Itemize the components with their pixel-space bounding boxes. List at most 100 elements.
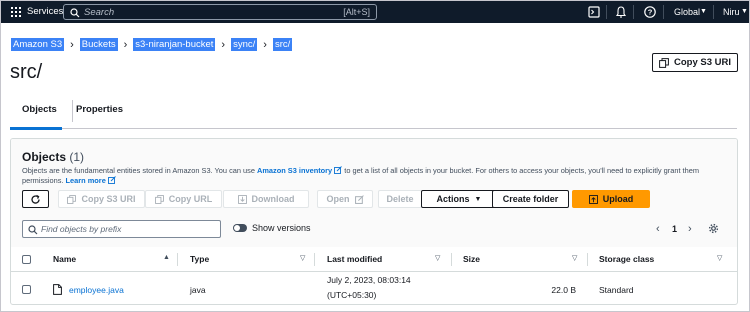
open-label: Open xyxy=(326,194,350,204)
select-all-checkbox[interactable] xyxy=(22,255,31,264)
external-link-icon xyxy=(334,166,343,174)
search-input[interactable]: Search [Alt+S] xyxy=(63,4,377,20)
upload-label: Upload xyxy=(602,194,634,204)
copy-icon xyxy=(659,57,669,68)
column-storage-class[interactable]: Storage class xyxy=(599,254,654,264)
objects-heading: Objects (1) xyxy=(22,150,84,164)
column-name[interactable]: Name xyxy=(53,254,76,264)
delete-label: Delete xyxy=(386,194,414,204)
sort-icon[interactable]: ▽ xyxy=(717,254,722,262)
gear-icon[interactable] xyxy=(708,223,719,234)
caret-down-icon: ▼ xyxy=(474,195,482,203)
s3-console-window: Services Search [Alt+S] ? Global ▼ Niru xyxy=(0,0,750,312)
copy-s3-uri-button[interactable]: Copy S3 URI xyxy=(652,53,738,72)
chevron-right-icon: › xyxy=(221,38,226,51)
help-icon[interactable]: ? xyxy=(643,5,657,19)
notifications-bell-icon[interactable] xyxy=(614,5,628,19)
refresh-button[interactable] xyxy=(22,190,49,208)
create-folder-label: Create folder xyxy=(502,194,559,204)
copy-icon xyxy=(154,194,164,204)
tab-objects[interactable]: Objects xyxy=(22,104,57,115)
chevron-right-icon: › xyxy=(70,38,74,51)
services-menu[interactable]: Services xyxy=(27,6,63,17)
objects-table-header: Name ▲ Type ▽ Last modified ▽ Size ▽ Sto… xyxy=(11,247,737,272)
show-versions-label: Show versions xyxy=(252,223,311,233)
breadcrumb-sync-folder[interactable]: sync/ xyxy=(231,38,258,51)
chevron-down-icon[interactable]: ▼ xyxy=(700,8,707,15)
objects-panel-header: Objects (1) Objects are the fundamental … xyxy=(11,139,737,247)
object-last-modified-date: July 2, 2023, 08:03:14 xyxy=(327,275,411,285)
objects-panel: Objects (1) Objects are the fundamental … xyxy=(10,138,738,305)
download-icon xyxy=(237,194,247,204)
row-checkbox[interactable] xyxy=(22,285,31,294)
breadcrumb-bucket[interactable]: s3-niranjan-bucket xyxy=(133,38,216,51)
user-menu[interactable]: Niru xyxy=(723,7,740,17)
svg-text:?: ? xyxy=(648,8,653,17)
objects-title: Objects xyxy=(22,150,67,164)
upload-button[interactable]: Upload xyxy=(572,190,650,208)
learn-more-link[interactable]: Learn more xyxy=(66,176,106,185)
object-storage-class: Standard xyxy=(599,285,634,295)
copy-s3-uri-object-button[interactable]: Copy S3 URI xyxy=(58,190,145,208)
objects-count: (1) xyxy=(69,150,85,164)
breadcrumb-buckets[interactable]: Buckets xyxy=(79,38,118,51)
download-button[interactable]: Download xyxy=(223,190,309,208)
description-text: Objects are the fundamental entities sto… xyxy=(22,166,258,175)
find-objects-input[interactable]: Find objects by prefix xyxy=(22,220,221,238)
column-last-modified[interactable]: Last modified xyxy=(327,254,382,264)
sort-ascending-icon[interactable]: ▲ xyxy=(163,254,170,261)
show-versions-toggle[interactable] xyxy=(233,224,247,232)
top-navigation-bar: Services Search [Alt+S] ? Global ▼ Niru xyxy=(1,1,749,23)
nav-divider xyxy=(713,5,714,19)
copy-s3-uri-object-label: Copy S3 URI xyxy=(81,194,136,204)
search-icon xyxy=(28,225,38,235)
column-divider xyxy=(314,253,315,266)
tab-properties[interactable]: Properties xyxy=(76,104,123,115)
page-title: src/ xyxy=(10,61,43,83)
sort-icon[interactable]: ▽ xyxy=(435,254,440,262)
objects-description: Objects are the fundamental entities sto… xyxy=(22,166,732,186)
object-name-link[interactable]: employee.java xyxy=(69,285,124,295)
cloudshell-icon[interactable] xyxy=(587,5,601,19)
search-icon xyxy=(70,8,80,18)
column-size[interactable]: Size xyxy=(463,254,480,264)
breadcrumb-src-folder: src/ xyxy=(272,38,293,51)
active-tab-indicator xyxy=(10,127,62,130)
refresh-icon xyxy=(31,194,40,204)
sort-icon[interactable]: ▽ xyxy=(300,254,305,262)
tab-divider xyxy=(72,100,73,122)
file-icon xyxy=(53,284,62,295)
object-last-modified-timezone: (UTC+05:30) xyxy=(327,290,377,300)
chevron-left-icon[interactable]: ‹ xyxy=(656,223,660,235)
column-divider xyxy=(451,253,452,266)
copy-url-button[interactable]: Copy URL xyxy=(145,190,222,208)
copy-icon xyxy=(67,194,77,204)
create-folder-button[interactable]: Create folder xyxy=(492,190,569,208)
object-type: java xyxy=(190,285,206,295)
nav-divider xyxy=(633,5,634,19)
open-button[interactable]: Open xyxy=(317,190,373,208)
chevron-down-icon[interactable]: ▼ xyxy=(741,8,748,15)
breadcrumb-amazon-s3[interactable]: Amazon S3 xyxy=(11,38,65,51)
current-page-number[interactable]: 1 xyxy=(672,224,677,234)
actions-label: Actions xyxy=(436,194,470,204)
nav-divider xyxy=(606,5,607,19)
download-label: Download xyxy=(251,194,295,204)
services-grid-icon[interactable] xyxy=(11,7,21,17)
upload-icon xyxy=(588,194,598,204)
actions-dropdown-button[interactable]: Actions ▼ xyxy=(421,190,497,208)
nav-divider xyxy=(663,5,664,19)
sort-icon[interactable]: ▽ xyxy=(572,254,577,262)
column-divider xyxy=(177,253,178,266)
inventory-link[interactable]: Amazon S3 inventory xyxy=(257,166,332,175)
table-row[interactable]: employee.java java July 2, 2023, 08:03:1… xyxy=(11,273,737,304)
copy-s3-uri-label: Copy S3 URI xyxy=(673,57,731,68)
column-divider xyxy=(587,253,588,266)
delete-button[interactable]: Delete xyxy=(378,190,422,208)
region-selector[interactable]: Global xyxy=(674,7,700,17)
chevron-right-icon[interactable]: › xyxy=(688,223,692,235)
column-type[interactable]: Type xyxy=(190,254,209,264)
chevron-right-icon: › xyxy=(123,38,128,51)
external-link-icon xyxy=(354,194,364,204)
copy-url-label: Copy URL xyxy=(168,194,213,204)
